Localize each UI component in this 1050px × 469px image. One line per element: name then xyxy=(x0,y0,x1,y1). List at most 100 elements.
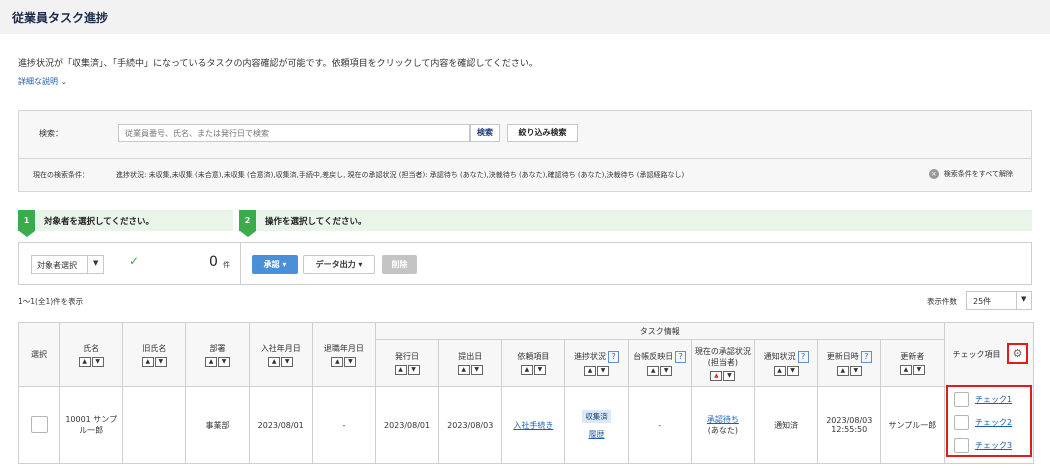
header-dept: 部署 ▲ ▼ xyxy=(185,322,250,387)
sort-down-icon[interactable]: ▼ xyxy=(154,356,167,367)
header-name: 氏名 ▲ ▼ xyxy=(59,322,124,387)
search-input[interactable] xyxy=(118,124,470,142)
sort-down-icon[interactable]: ▼ xyxy=(344,356,357,367)
table-row: 10001 サンプル一郎 事業部 2023/08/01 - 2023/08/01… xyxy=(17,386,1035,464)
sort-down-icon[interactable]: ▼ xyxy=(849,365,862,376)
sort-controls: ▲ ▼ xyxy=(584,365,610,376)
result-range: 1〜1(全1)件を表示 xyxy=(18,297,84,306)
search-label: 検索： xyxy=(39,129,63,138)
export-button[interactable]: データ出力 ▾ xyxy=(303,255,375,274)
check-items-list: チェック1 チェック2 チェック3 xyxy=(954,388,1012,457)
help-icon[interactable]: ? xyxy=(860,350,872,363)
clear-conditions-button[interactable]: × 検索条件をすべて解除 xyxy=(928,169,1013,179)
detail-link[interactable]: 詳細な説明 ⌄ xyxy=(18,76,67,87)
header-approval: 現在の承認状況 (担当者) ▲ ▼ xyxy=(690,339,756,387)
sort-controls: ▲ ▼ xyxy=(141,356,167,367)
header-submit-date: 提出日 ▲ ▼ xyxy=(438,339,503,387)
submit-date-cell: 2023/08/03 xyxy=(438,386,503,464)
sort-controls: ▲ ▼ xyxy=(836,365,862,376)
step-2-tail xyxy=(240,231,256,237)
dept-cell: 事業部 xyxy=(185,386,250,464)
sort-up-icon[interactable]: ▲ xyxy=(899,365,912,375)
gear-icon[interactable]: ⚙ xyxy=(1007,343,1028,364)
help-icon[interactable]: ? xyxy=(675,350,687,363)
per-page-select[interactable]: 25件 ▼ xyxy=(966,291,1032,310)
sort-down-icon[interactable]: ▼ xyxy=(218,356,231,367)
sort-up-icon[interactable]: ▲ xyxy=(520,365,533,375)
page-title: 従業員タスク進捗 xyxy=(12,11,109,25)
sort-up-icon[interactable]: ▲ xyxy=(647,365,660,376)
page-header: 従業員タスク進捗 xyxy=(0,0,1050,34)
sort-controls: ▲ ▼ xyxy=(205,356,231,367)
sort-controls: ▲ ▼ xyxy=(647,365,673,376)
sort-down-icon[interactable]: ▼ xyxy=(660,365,673,376)
sort-controls: ▲ ▼ xyxy=(899,365,925,375)
header-updated-at: 更新日時? ▲ ▼ xyxy=(817,339,882,387)
check-item-checkbox[interactable] xyxy=(954,415,969,430)
sort-controls: ▲ ▼ xyxy=(457,365,483,375)
sort-down-icon[interactable]: ▼ xyxy=(533,365,546,375)
narrow-search-button[interactable]: 絞り込み検索 xyxy=(507,124,578,142)
sort-up-icon[interactable]: ▲ xyxy=(141,356,154,367)
header-issue-date: 発行日 ▲ ▼ xyxy=(374,339,440,387)
check-icon: ✓ xyxy=(129,254,140,268)
help-icon[interactable]: ? xyxy=(797,350,809,363)
progress-cell: 収集済 履歴 xyxy=(564,386,629,464)
sort-up-icon[interactable]: ▲ xyxy=(773,365,786,376)
row-checkbox[interactable] xyxy=(30,415,48,433)
sort-up-icon[interactable]: ▲ xyxy=(457,365,470,375)
search-button[interactable]: 検索 xyxy=(470,124,500,142)
request-item-link[interactable]: 入社手続き xyxy=(513,421,553,430)
step-1-text: 対象者を選択してください。 xyxy=(44,217,154,227)
header-join-date: 入社年月日 ▲ ▼ xyxy=(248,322,313,387)
history-link[interactable]: 履歴 xyxy=(589,430,605,439)
sort-down-icon[interactable]: ▼ xyxy=(597,365,610,376)
count-unit: 件 xyxy=(223,261,230,269)
updated-at-cell: 2023/08/03 12:55:50 xyxy=(817,386,882,464)
page-description: 進捗状況が「収集済」、「手続中」になっているタスクの内容確認が可能です。依頼項目… xyxy=(18,59,538,69)
sort-down-icon[interactable]: ▼ xyxy=(912,365,925,375)
select-cell xyxy=(17,386,61,464)
check-item-link[interactable]: チェック2 xyxy=(975,417,1012,428)
search-panel: 検索： 検索 絞り込み検索 現在の検索条件： 進捗状況: 未収集,未収集 (未合… xyxy=(18,110,1032,192)
sort-controls: ▲ ▼ xyxy=(520,365,546,375)
sort-up-icon[interactable]: ▲ xyxy=(836,365,849,376)
sort-down-icon[interactable]: ▼ xyxy=(786,365,799,376)
per-page-label: 表示件数 xyxy=(927,297,957,306)
header-task-info: タスク情報 xyxy=(374,322,945,340)
sort-down-icon[interactable]: ▼ xyxy=(723,370,736,381)
sort-controls: ▲ ▼ xyxy=(331,356,357,367)
approval-who: (あなた) xyxy=(707,426,739,435)
divider xyxy=(1016,292,1017,309)
sort-controls: ▲ ▼ xyxy=(268,356,294,367)
sort-down-icon[interactable]: ▼ xyxy=(91,356,104,367)
approval-link[interactable]: 承認待ち xyxy=(707,415,739,424)
sort-down-icon[interactable]: ▼ xyxy=(407,365,420,375)
check-item-checkbox[interactable] xyxy=(954,392,969,407)
check-item-link[interactable]: チェック3 xyxy=(975,440,1012,451)
sort-controls: ▲ ▼ xyxy=(710,370,736,381)
sort-up-icon[interactable]: ▲ xyxy=(584,365,597,376)
divider xyxy=(87,256,88,273)
target-select-dropdown[interactable]: 対象者選択 ▼ xyxy=(31,255,104,274)
sort-up-icon[interactable]: ▲ xyxy=(331,356,344,367)
check-item-checkbox[interactable] xyxy=(954,438,969,453)
task-table: 選択 氏名 ▲ ▼ 旧氏名 ▲ ▼ 部署 ▲ ▼ 入社年月日 ▲ ▼ 退職年月日 ▲ ▼ タスク情報… xyxy=(17,322,1035,464)
sort-down-icon[interactable]: ▼ xyxy=(470,365,483,375)
sort-up-icon[interactable]: ▲ xyxy=(205,356,218,367)
condition-text: 進捗状況: 未収集,未収集 (未合意),未収集 (合意済),収集済,手続中,差戻… xyxy=(116,171,685,179)
sort-up-icon[interactable]: ▲ xyxy=(710,370,723,381)
status-badge: 収集済 xyxy=(582,410,611,423)
sort-up-icon[interactable]: ▲ xyxy=(394,365,407,375)
sort-up-icon[interactable]: ▲ xyxy=(268,356,281,367)
divider xyxy=(240,243,241,284)
delete-button[interactable]: 削除 xyxy=(382,255,417,274)
check-item-link[interactable]: チェック1 xyxy=(975,394,1012,405)
request-item-cell: 入社手続き xyxy=(501,386,566,464)
approve-button[interactable]: 承認 ▾ xyxy=(252,255,298,274)
sort-up-icon[interactable]: ▲ xyxy=(78,356,91,367)
help-icon[interactable]: ? xyxy=(608,350,620,363)
sort-down-icon[interactable]: ▼ xyxy=(281,356,294,367)
step-2-bar: 2 操作を選択してください。 xyxy=(239,210,1032,237)
target-select-label: 対象者選択 xyxy=(37,261,77,270)
